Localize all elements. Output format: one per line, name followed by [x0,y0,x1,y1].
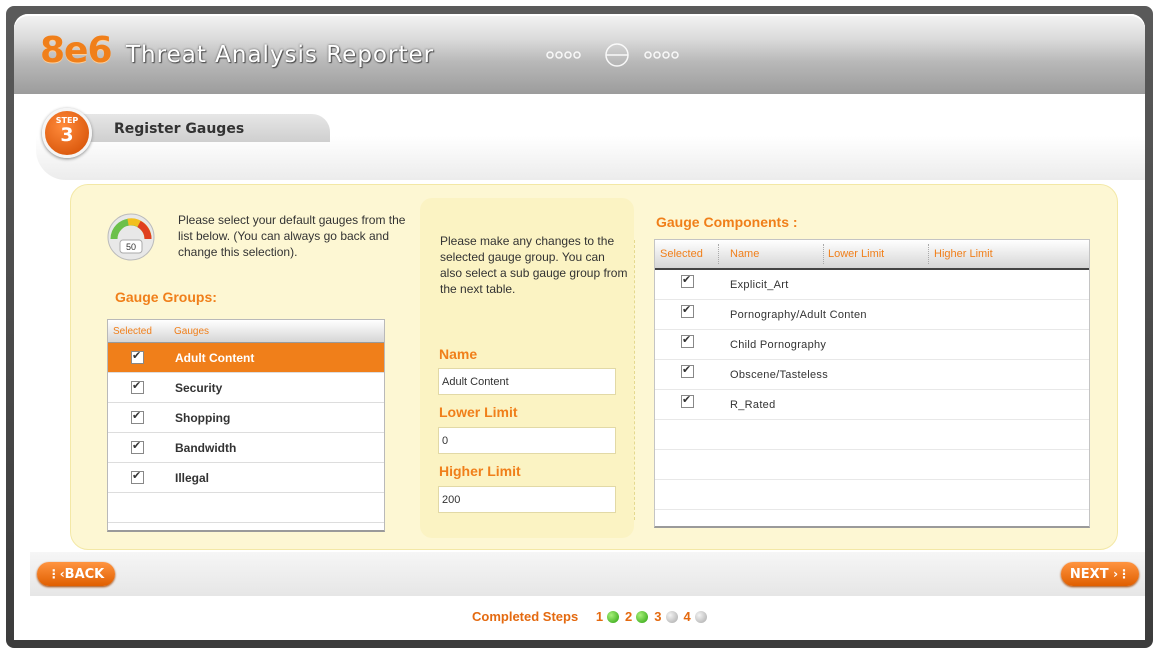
step-done-icon [607,611,620,623]
gauge-group-checkbox[interactable] [131,379,144,394]
app-title: Threat Analysis Reporter [126,42,435,68]
component-name: R_Rated [730,399,776,411]
component-row-r-rated[interactable]: R_Rated [655,390,1089,420]
left-intro-text: Please select your default gauges from t… [178,213,406,259]
step-number-4: 4 [683,609,691,624]
component-row-empty [655,420,1089,450]
component-checkbox[interactable] [681,393,694,408]
component-checkbox[interactable] [681,363,694,378]
gauge-components-table: Selected Name Lower Limit Higher Limit E… [654,239,1090,528]
completed-steps-label: Completed Steps [472,609,579,624]
component-row-empty [655,510,1089,539]
component-name: Pornography/Adult Conten [730,309,867,321]
component-checkbox[interactable] [681,333,694,348]
gauge-components-header: Selected Name Lower Limit Higher Limit [655,240,1089,270]
component-name: Child Pornography [730,339,827,351]
step-number-1: 1 [595,609,604,624]
header-selected: Selected [113,326,152,337]
app-logo: 8e6 [40,30,113,71]
component-name: Explicit_Art [730,279,789,291]
gauge-group-label: Shopping [175,411,231,425]
component-row-empty [655,480,1089,510]
decorative-dots-icon [546,43,679,67]
higher-limit-label: Higher Limit [439,463,521,479]
step-band [36,136,1145,180]
component-name: Obscene/Tasteless [730,369,829,381]
gauge-groups-table: Selected Gauges Adult Content Security S… [107,319,385,532]
back-arrow-icon: ⋮‹ [47,567,65,581]
gauge-group-label: Adult Content [175,351,255,365]
step-badge-number: 3 [60,124,74,146]
next-button[interactable]: NEXT ›⋮ [1061,562,1139,586]
step-pending-icon [694,611,707,623]
bottom-nav-band [30,552,1145,596]
step-number-3: 3 [654,609,662,624]
component-row-obscene-tasteless[interactable]: Obscene/Tasteless [655,360,1089,390]
gauge-group-checkbox[interactable] [131,469,144,484]
completed-steps-indicator: Completed Steps 1 2 3 4 [472,609,713,624]
header-lower-limit: Lower Limit [828,248,885,260]
component-row-child-pornography[interactable]: Child Pornography [655,330,1089,360]
gauge-group-label: Illegal [175,471,210,485]
gauge-group-checkbox[interactable] [131,439,144,454]
step-done-icon [636,611,649,623]
higher-limit-input[interactable] [438,486,616,513]
gauge-group-checkbox[interactable] [131,349,144,364]
name-input[interactable] [438,368,616,395]
header-higher-limit: Higher Limit [934,248,993,260]
gauge-group-row-adult-content[interactable]: Adult Content [108,343,384,373]
back-button[interactable]: ⋮‹BACK [37,562,115,586]
component-checkbox[interactable] [681,303,694,318]
gauge-group-checkbox[interactable] [131,409,144,424]
header-gauges: Gauges [174,326,210,337]
middle-intro-text: Please make any changes to the selected … [440,234,628,296]
lower-limit-input[interactable] [438,427,616,454]
gauge-components-title: Gauge Components : [656,214,798,230]
component-checkbox[interactable] [681,273,694,288]
gauge-group-row-shopping[interactable]: Shopping [108,403,384,433]
step-number-2: 2 [625,609,633,624]
header-selected: Selected [660,248,703,260]
next-arrow-icon: ›⋮ [1113,567,1131,581]
gauge-group-row-illegal[interactable]: Illegal [108,463,384,493]
component-row-pornography-adult[interactable]: Pornography/Adult Conten [655,300,1089,330]
header-name: Name [730,248,760,260]
component-row-explicit-art[interactable]: Explicit_Art [655,270,1089,300]
gauge-group-row-security[interactable]: Security [108,373,384,403]
gauge-icon: 50 [106,212,156,267]
gauge-group-row-empty [108,493,384,523]
header-separator [928,244,929,264]
header-separator [718,244,719,264]
gauge-group-row-bandwidth[interactable]: Bandwidth [108,433,384,463]
app-header: 8e6 Threat Analysis Reporter [14,14,1145,94]
component-row-empty [655,450,1089,480]
header-separator [823,244,824,264]
gauge-groups-title: Gauge Groups: [115,289,217,305]
gauge-icon-value: 50 [126,242,136,252]
step-pending-icon [665,611,678,623]
column-divider [634,240,635,520]
gauge-group-label: Security [175,381,223,395]
gauge-group-label: Bandwidth [175,441,237,455]
next-button-label: NEXT [1069,567,1109,582]
lower-limit-label: Lower Limit [439,404,518,420]
gauge-groups-header: Selected Gauges [108,320,384,343]
step-title: Register Gauges [114,121,245,137]
step-badge: STEP 3 [42,108,92,158]
name-label: Name [439,346,478,362]
back-button-label: BACK [64,567,105,582]
